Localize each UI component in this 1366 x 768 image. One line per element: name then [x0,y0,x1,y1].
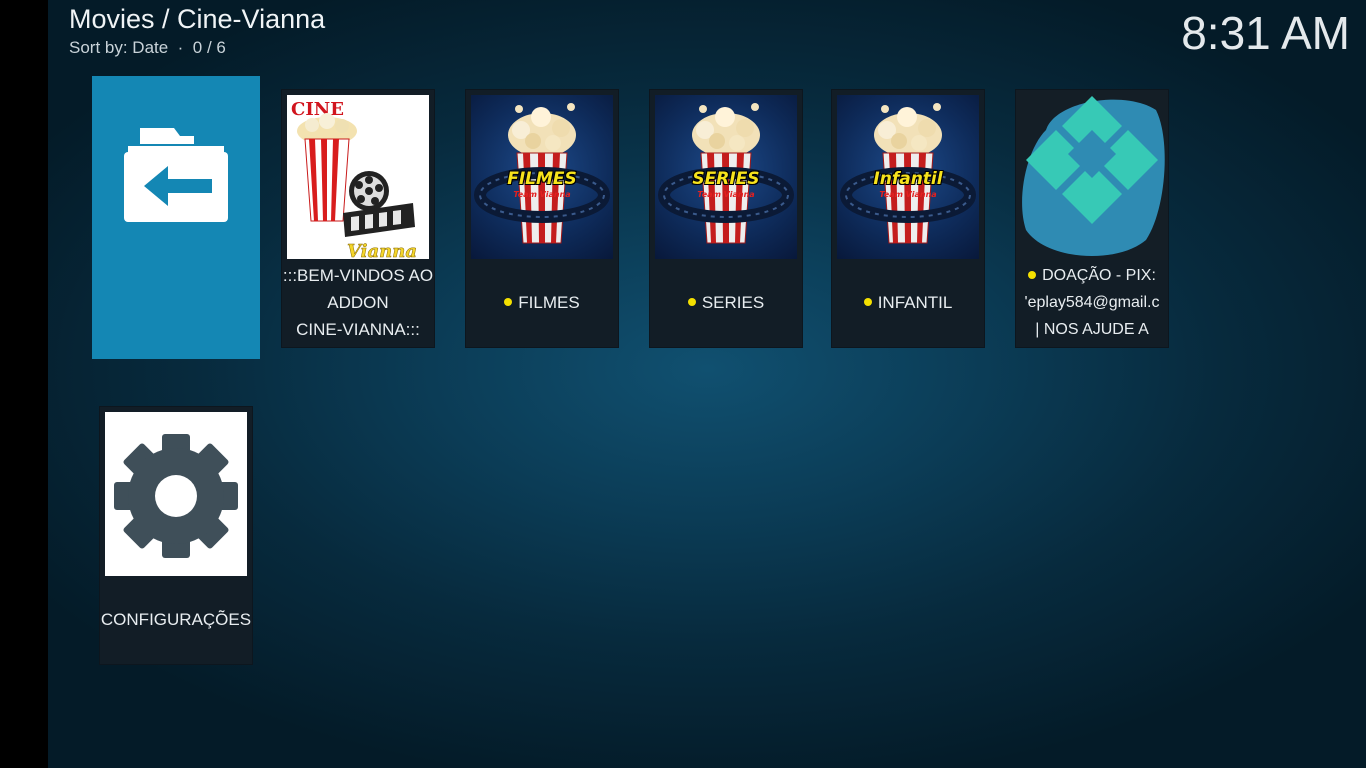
thumb-title: SERIES [692,169,760,189]
popcorn-filmes-thumb: FILMES Team Vianna [471,95,613,259]
pix-logo-thumb [1016,90,1168,260]
thumb-title: Infantil [873,169,943,189]
list-item-label: INFANTIL [832,260,984,345]
clock: 8:31 AM [1181,7,1350,59]
sort-info[interactable]: Sort by: Date · 0 / 6 [69,38,226,58]
back-tile[interactable] [92,76,260,359]
thumb-subtitle: Team Vianna [513,190,571,199]
gear-icon [114,434,238,558]
svg-text:Vianna: Vianna [347,241,417,259]
list-item[interactable]: SERIES Team Vianna SERIES [650,90,802,347]
list-item-label: FILMES [466,260,618,345]
page-title: Movies / Cine-Vianna [69,4,326,34]
thumb-subtitle: Team Vianna [879,190,937,199]
bullet-dot [687,297,696,306]
thumb-subtitle: Team Vianna [697,190,755,199]
list-item[interactable]: FILMES Team Vianna FILMES [466,90,618,347]
list-item[interactable]: DOAÇÃO - PIX: 'eplay584@gmail.c | NOS AJ… [1016,90,1168,347]
popcorn-series-thumb: SERIES Team Vianna [655,95,797,259]
bullet-dot [1028,270,1037,279]
popcorn-infantil-thumb: Infantil Team Vianna [837,95,979,259]
list-item[interactable]: CONFIGURAÇÕES [100,407,252,664]
logo-text: CINE [291,99,344,120]
list-item-label: :::BEM-VINDOS AO ADDON CINE-VIANNA::: [282,266,434,339]
folder-back-icon [124,128,228,222]
list-item-label: CONFIGURAÇÕES [100,610,252,629]
list-item[interactable]: Infantil Team Vianna INFANTIL [832,90,984,347]
pix-icon [1022,96,1165,257]
list-item-label: SERIES [650,260,802,345]
settings-thumb [105,412,247,576]
list-item[interactable]: CINE Vianna :::BEM-VINDOS AO ADDON CINE-… [282,90,434,347]
thumb-title: FILMES [507,169,577,189]
left-black-bar [0,0,48,768]
bullet-dot [504,297,513,306]
bullet-dot [863,297,872,306]
cine-vianna-logo: CINE Vianna [287,95,429,259]
list-item-label: DOAÇÃO - PIX: 'eplay584@gmail.c | NOS AJ… [1024,267,1160,338]
